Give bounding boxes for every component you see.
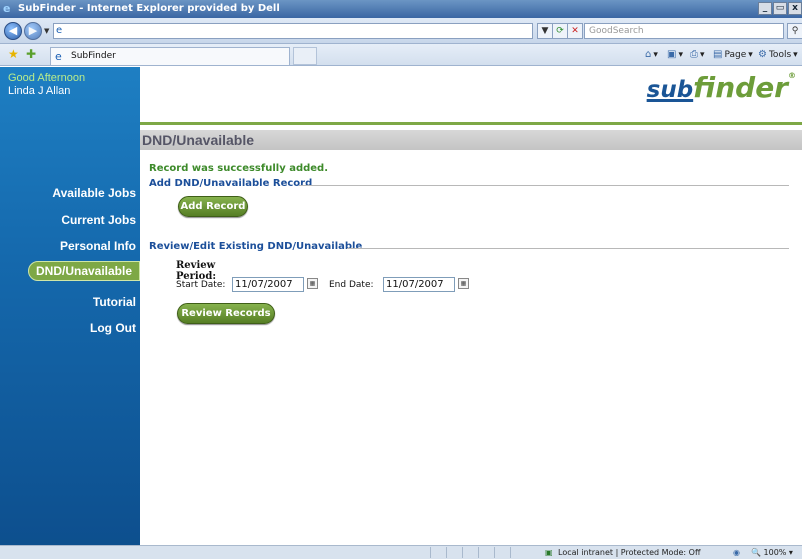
ie-logo-icon: e <box>3 2 11 15</box>
nav-tutorial[interactable]: Tutorial <box>93 295 136 309</box>
forward-button[interactable]: ▶ <box>24 22 42 40</box>
user-name: Linda J Allan <box>8 85 71 97</box>
history-dropdown-icon[interactable]: ▼ <box>44 27 49 35</box>
page-menu[interactable]: ▤ Page ▾ <box>713 48 753 62</box>
sidebar: Good Afternoon Linda J Allan Available J… <box>0 67 140 545</box>
page-icon: e <box>56 25 63 36</box>
tab-page-icon: e <box>55 50 62 63</box>
back-button[interactable]: ◀ <box>4 22 22 40</box>
status-segment <box>446 547 460 558</box>
restore-button[interactable]: ▭ <box>773 2 787 15</box>
intranet-zone-icon: ▣ <box>545 548 553 557</box>
page-viewport: Good Afternoon Linda J Allan Available J… <box>0 67 802 545</box>
start-date-input[interactable]: 11/07/2007 <box>232 277 304 292</box>
home-button[interactable]: ⌂ ▾ <box>645 48 658 62</box>
header: subfinder® <box>140 67 802 125</box>
security-zone-text[interactable]: Local intranet | Protected Mode: Off <box>558 546 700 559</box>
status-segment <box>494 547 508 558</box>
end-date-label: End Date: <box>329 280 374 290</box>
add-section-divider <box>299 185 789 186</box>
nav-dnd-unavailable[interactable]: DND/Unavailable <box>28 261 140 281</box>
close-button[interactable]: x <box>788 2 802 15</box>
tab-subfinder[interactable]: e SubFinder <box>50 47 290 65</box>
status-segment <box>478 547 492 558</box>
address-toolbar: ◀ ▶ ▼ e ▼ ⟳ ✕ GoodSearch ⚲ <box>0 18 802 44</box>
address-dropdown-button[interactable]: ▼ <box>537 23 553 39</box>
nav-log-out[interactable]: Log Out <box>90 321 136 335</box>
gear-icon: ⚙ <box>758 49 767 60</box>
minimize-button[interactable]: _ <box>758 2 772 15</box>
end-date-calendar-icon[interactable]: ▦ <box>458 278 469 289</box>
refresh-button[interactable]: ⟳ <box>552 23 568 39</box>
status-segment <box>462 547 476 558</box>
review-records-button[interactable]: Review Records <box>177 303 275 324</box>
nav-available-jobs[interactable]: Available Jobs <box>52 186 136 200</box>
privacy-icon[interactable]: ◉ <box>733 546 740 559</box>
subfinder-logo: subfinder® <box>646 71 796 104</box>
add-section-title: Add DND/Unavailable Record <box>149 178 313 189</box>
feeds-button[interactable]: ▣ ▾ <box>667 48 683 62</box>
print-icon: ⎙ <box>690 49 698 60</box>
feeds-icon: ▣ <box>667 49 677 60</box>
window-title: SubFinder - Internet Explorer provided b… <box>18 3 280 14</box>
add-record-button[interactable]: Add Record <box>178 196 248 217</box>
page-menu-icon: ▤ <box>713 49 723 60</box>
window-controls: _ ▭ x <box>758 2 802 15</box>
nav-personal-info[interactable]: Personal Info <box>60 239 136 253</box>
start-date-label: Start Date: <box>176 280 226 290</box>
tab-title: SubFinder <box>71 51 116 61</box>
greeting-text: Good Afternoon <box>8 72 86 84</box>
page-title: DND/Unavailable <box>140 130 802 150</box>
search-input[interactable]: GoodSearch <box>584 23 784 39</box>
search-icon[interactable]: ⚲ <box>787 23 802 39</box>
favorites-star-icon[interactable]: ★ <box>8 47 19 61</box>
success-message: Record was successfully added. <box>149 163 329 174</box>
add-favorite-icon[interactable]: ✚ <box>26 47 36 61</box>
status-segment <box>510 547 524 558</box>
review-section-title: Review/Edit Existing DND/Unavailable <box>149 241 363 252</box>
tab-toolbar: ★ ✚ e SubFinder ⌂ ▾ ▣ ▾ ⎙ ▾ ▤ Page ▾ ⚙ Tools ▾ <box>0 44 802 66</box>
start-date-calendar-icon[interactable]: ▦ <box>307 278 318 289</box>
zoom-level[interactable]: 🔍 100% ▾ <box>751 546 793 559</box>
zoom-icon: 🔍 <box>751 548 761 557</box>
print-button[interactable]: ⎙ ▾ <box>690 48 705 62</box>
review-period-label: Review Period: <box>176 260 217 282</box>
address-input[interactable]: e <box>53 23 533 39</box>
status-bar: ▣ Local intranet | Protected Mode: Off ◉… <box>0 545 802 559</box>
tools-menu[interactable]: ⚙ Tools ▾ <box>758 48 798 62</box>
home-icon: ⌂ <box>645 49 652 60</box>
window-title-bar: e SubFinder - Internet Explorer provided… <box>0 0 802 18</box>
review-section-divider <box>347 248 789 249</box>
nav-current-jobs[interactable]: Current Jobs <box>61 213 136 227</box>
new-tab-button[interactable] <box>293 47 317 65</box>
stop-button[interactable]: ✕ <box>567 23 583 39</box>
status-segment <box>430 547 444 558</box>
end-date-input[interactable]: 11/07/2007 <box>383 277 455 292</box>
